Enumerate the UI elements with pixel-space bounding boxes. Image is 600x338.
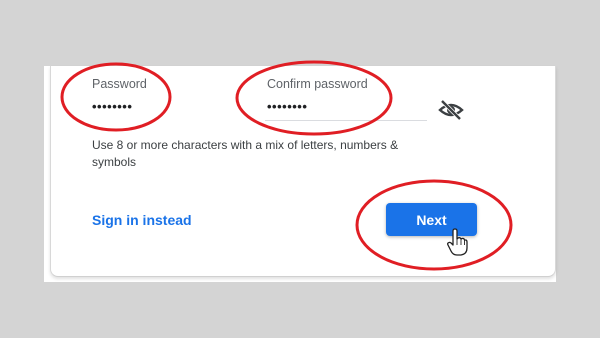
confirm-password-underline xyxy=(265,120,427,121)
sign-in-instead-link[interactable]: Sign in instead xyxy=(92,212,192,228)
password-label: Password xyxy=(92,77,147,91)
password-hint: Use 8 or more characters with a mix of l… xyxy=(92,138,399,169)
confirm-password-label: Confirm password xyxy=(267,77,368,91)
password-input[interactable]: •••••••• xyxy=(92,99,132,114)
hand-pointer-icon xyxy=(447,228,468,256)
eye-off-icon[interactable] xyxy=(438,99,464,121)
confirm-password-input[interactable]: •••••••• xyxy=(267,99,307,114)
signup-card xyxy=(50,66,556,277)
